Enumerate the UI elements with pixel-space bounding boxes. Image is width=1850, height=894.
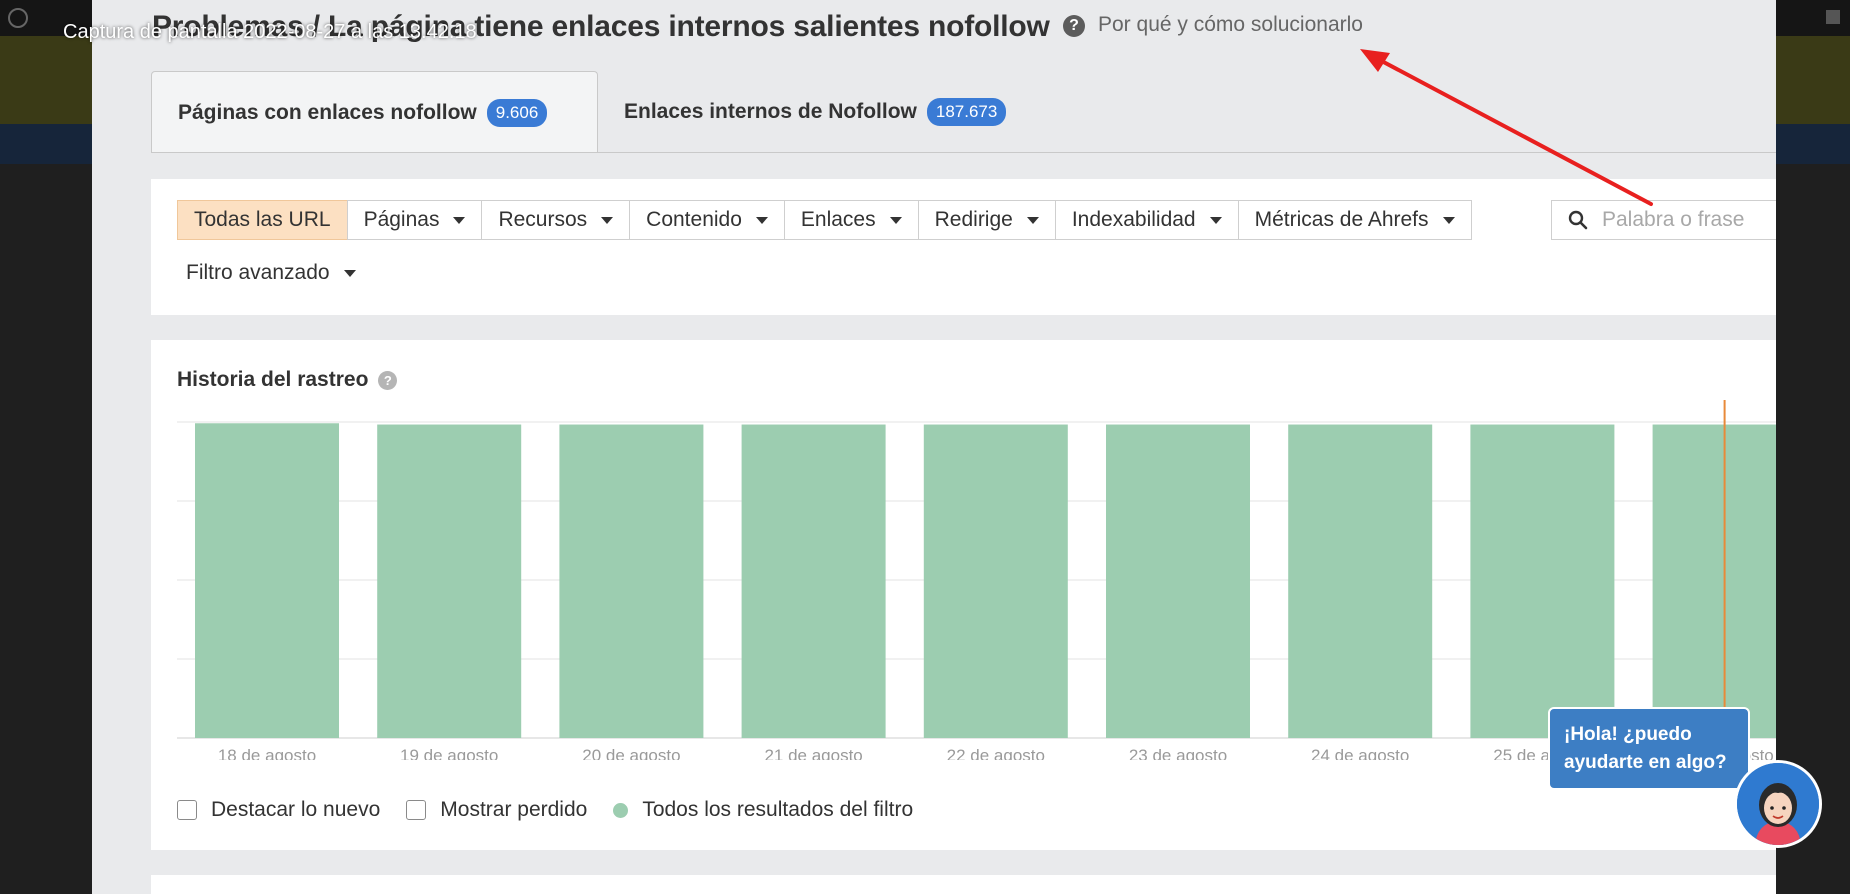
search-icon: [1568, 210, 1588, 230]
highlight-new-checkbox[interactable]: Destacar lo nuevo: [177, 798, 380, 822]
tab-label: Enlaces internos de Nofollow: [624, 100, 917, 123]
why-and-how-to-fix-link[interactable]: Por qué y cómo solucionarlo: [1098, 13, 1363, 37]
chart-bar[interactable]: [195, 423, 339, 738]
assistant-face-icon: [1737, 763, 1819, 845]
chart-bar[interactable]: [1470, 424, 1615, 738]
chart-tick-label: 20 de agosto: [582, 746, 680, 760]
filter-label: Métricas de Ahrefs: [1254, 208, 1429, 231]
chart-bar[interactable]: [1288, 424, 1433, 738]
chart-title: Historia del rastreo ?: [177, 368, 398, 392]
tab-pages-with-nofollow-links[interactable]: Páginas con enlaces nofollow 9.606: [151, 71, 598, 153]
filter-button-group: Todas las URL Páginas Recursos Contenido…: [177, 200, 1472, 240]
chart-title-text: Historia del rastreo: [177, 368, 369, 391]
chart-tick-label: 22 de agosto: [947, 746, 1045, 760]
chat-assistant-avatar-icon[interactable]: [1734, 760, 1822, 848]
caret-down-icon: [601, 216, 614, 224]
checkbox-icon: [177, 800, 197, 820]
caret-down-icon: [453, 216, 466, 224]
tabs-divider: [151, 152, 1776, 153]
chart-tick-label: 21 de agosto: [764, 746, 862, 760]
legend-label: Destacar lo nuevo: [211, 798, 381, 821]
filter-content-dropdown[interactable]: Contenido: [629, 200, 785, 240]
crawl-history-chart: 18 de agosto 19 de agosto 20 de agosto 21 d…: [177, 400, 1776, 760]
chart-tick-label: 23 de agosto: [1129, 746, 1227, 760]
background-user-avatar-icon: [1826, 10, 1840, 24]
filter-pages-dropdown[interactable]: Páginas: [346, 200, 483, 240]
filter-label: Páginas: [363, 208, 440, 231]
caret-down-icon: [343, 269, 356, 277]
all-filter-results-legend[interactable]: Todos los resultados del filtro: [613, 798, 913, 822]
tab-count-badge: 9.606: [486, 98, 548, 127]
tab-internal-nofollow-links[interactable]: Enlaces internos de Nofollow 187.673: [598, 71, 1032, 153]
filter-label: Contenido: [646, 208, 742, 231]
chart-bar[interactable]: [741, 424, 886, 738]
chart-tick-label: 24 de agosto: [1311, 746, 1409, 760]
caret-down-icon: [1442, 216, 1455, 224]
chart-bar[interactable]: [559, 424, 704, 738]
show-lost-checkbox[interactable]: Mostrar perdido: [406, 798, 587, 822]
wordpress-logo-icon: [8, 8, 28, 28]
caret-down-icon: [1026, 216, 1039, 224]
chart-legend: Destacar lo nuevo Mostrar perdido Todos …: [177, 798, 939, 822]
screenshot-caption: Captura de pantalla 2022-08-27 a las 13.…: [63, 21, 477, 43]
filter-label: Enlaces: [800, 208, 876, 231]
caret-down-icon: [889, 216, 902, 224]
next-card-edge: [151, 875, 1776, 894]
advanced-filter-dropdown[interactable]: Filtro avanzado: [186, 261, 356, 285]
filter-label: Todas las URL: [194, 208, 331, 231]
filter-ahrefs-metrics-dropdown[interactable]: Métricas de Ahrefs: [1237, 200, 1472, 240]
filter-indexability-dropdown[interactable]: Indexabilidad: [1054, 200, 1239, 240]
filter-label: Redirige: [934, 208, 1013, 231]
advanced-filter-label: Filtro avanzado: [186, 261, 330, 284]
caret-down-icon: [1209, 216, 1222, 224]
tab-count-badge: 187.673: [926, 98, 1007, 126]
question-icon[interactable]: ?: [1063, 15, 1085, 37]
search-input[interactable]: [1600, 207, 1776, 233]
filter-all-urls-button[interactable]: Todas las URL: [177, 200, 348, 240]
tab-label: Páginas con enlaces nofollow: [178, 100, 477, 124]
filter-redirects-dropdown[interactable]: Redirige: [917, 200, 1056, 240]
screenshot-panel: Problemas / La página tiene enlaces inte…: [92, 0, 1776, 894]
filter-resources-dropdown[interactable]: Recursos: [481, 200, 631, 240]
legend-label: Mostrar perdido: [440, 798, 588, 821]
filter-links-dropdown[interactable]: Enlaces: [783, 200, 919, 240]
chart-tick-label: 19 de agosto: [400, 746, 498, 760]
chart-tick-label: 18 de agosto: [218, 746, 316, 760]
filter-panel: Todas las URL Páginas Recursos Contenido…: [151, 179, 1776, 315]
chart-bar[interactable]: [923, 424, 1068, 738]
chart-bar[interactable]: [377, 424, 522, 738]
filter-label: Indexabilidad: [1071, 208, 1196, 231]
checkbox-icon: [406, 800, 427, 820]
crawl-history-card: Historia del rastreo ? 18 de agosto 19 de…: [151, 340, 1776, 850]
question-icon[interactable]: ?: [378, 370, 398, 390]
chart-bar[interactable]: [1106, 424, 1250, 738]
caret-down-icon: [755, 216, 768, 224]
filter-label: Recursos: [498, 208, 588, 231]
series-dot-icon: [613, 802, 629, 818]
legend-label: Todos los resultados del filtro: [642, 798, 914, 821]
chart-bar[interactable]: [1652, 424, 1776, 738]
chat-greeting-bubble[interactable]: ¡Hola! ¿puedo ayudarte en algo?: [1548, 707, 1750, 790]
search-box: [1551, 200, 1776, 240]
